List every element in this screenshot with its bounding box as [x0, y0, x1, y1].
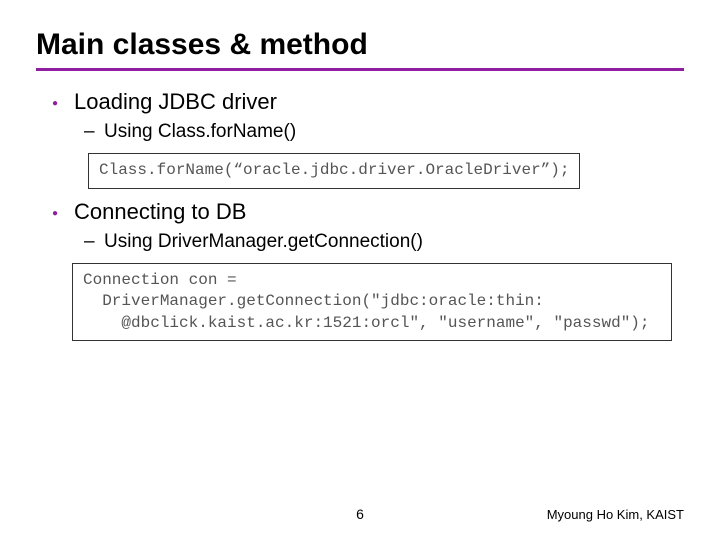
bullet-list: Loading JDBC driver Using Class.forName(…	[36, 89, 684, 143]
sub-bullet-item: Using DriverManager.getConnection()	[104, 231, 684, 253]
author-label: Myoung Ho Kim, KAIST	[547, 507, 684, 522]
sub-bullet-item: Using Class.forName()	[104, 121, 684, 143]
bullet-item: Connecting to DB Using DriverManager.get…	[74, 199, 684, 253]
sub-bullet-text: Using DriverManager.getConnection()	[104, 231, 423, 252]
bullet-list: Connecting to DB Using DriverManager.get…	[36, 199, 684, 253]
slide: Main classes & method Loading JDBC drive…	[0, 0, 720, 540]
code-box-getconnection: Connection con = DriverManager.getConnec…	[72, 263, 672, 342]
title-underline	[36, 68, 684, 71]
sub-bullet-list: Using Class.forName()	[74, 121, 684, 143]
bullet-text: Connecting to DB	[74, 199, 246, 224]
page-number: 6	[356, 506, 364, 522]
bullet-item: Loading JDBC driver Using Class.forName(…	[74, 89, 684, 143]
bullet-text: Loading JDBC driver	[74, 89, 277, 114]
sub-bullet-list: Using DriverManager.getConnection()	[74, 231, 684, 253]
sub-bullet-text: Using Class.forName()	[104, 121, 296, 142]
code-box-forname: Class.forName(“oracle.jdbc.driver.Oracle…	[88, 153, 580, 189]
slide-title: Main classes & method	[36, 28, 684, 62]
